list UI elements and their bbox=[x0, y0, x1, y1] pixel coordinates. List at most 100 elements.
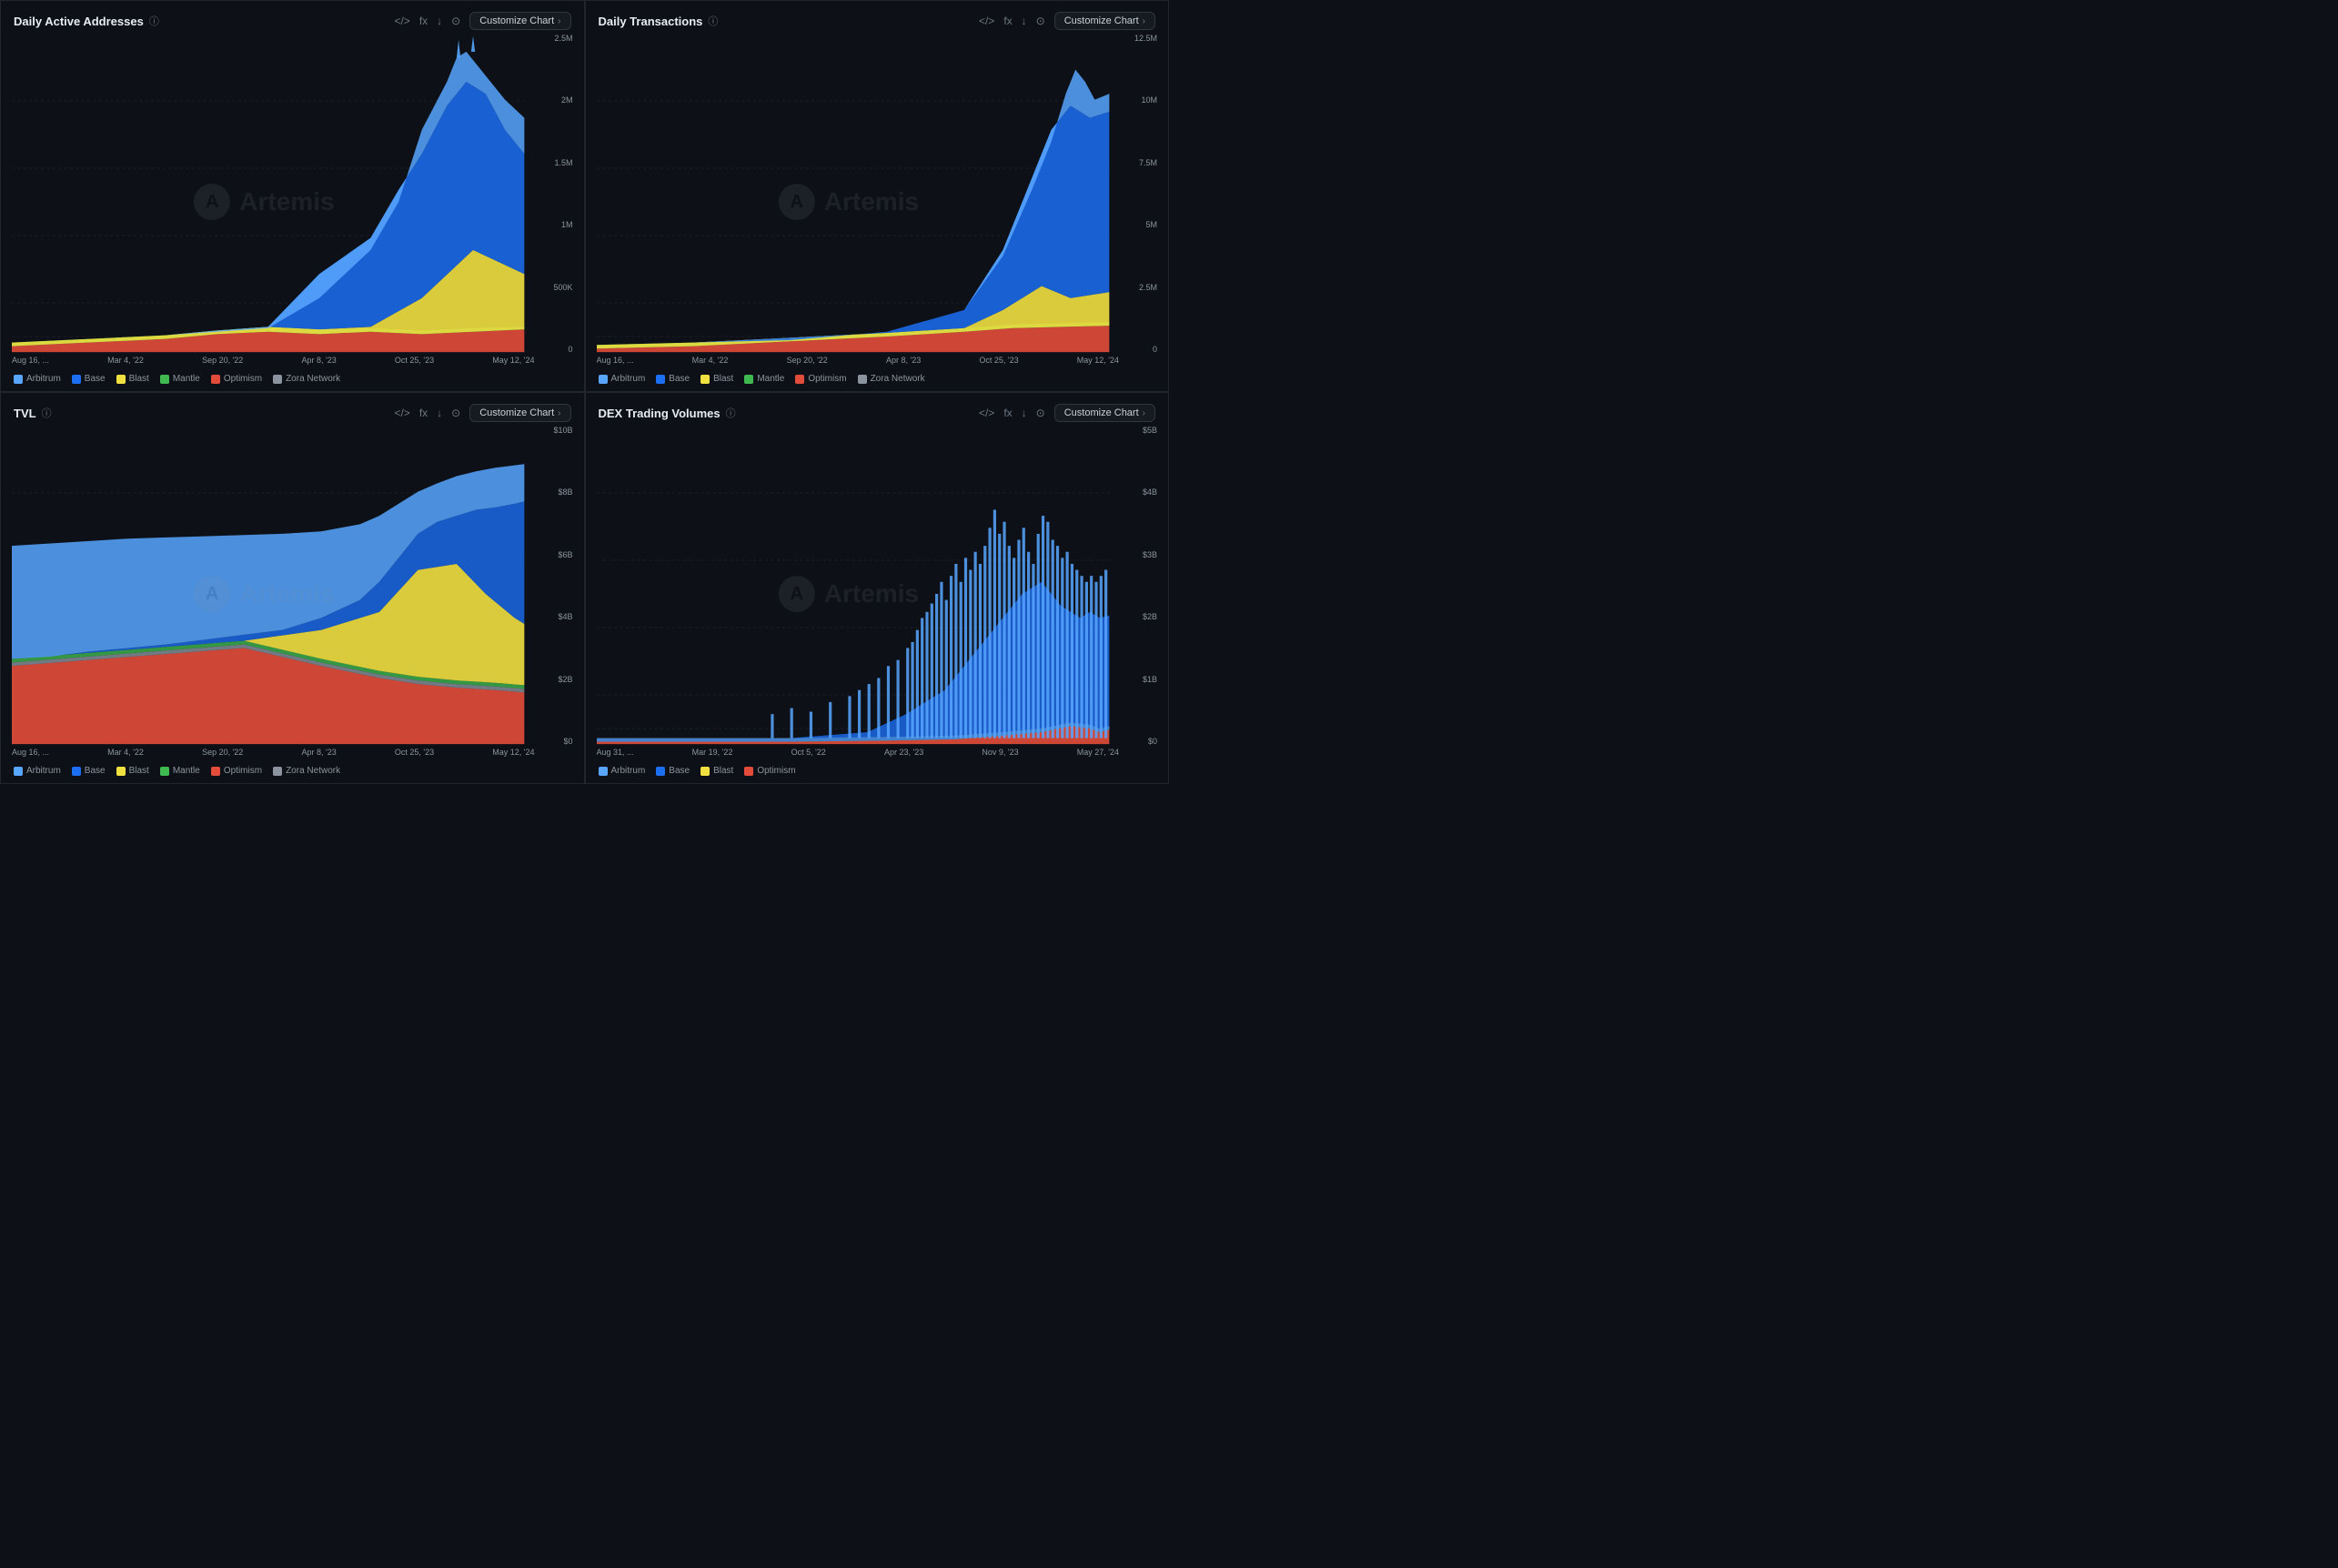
download-icon-4[interactable]: ↓ bbox=[1022, 407, 1027, 419]
chart-area-3: A Artemis bbox=[12, 426, 573, 762]
legend-dot-optimism-1 bbox=[211, 375, 220, 384]
legend-dot-blast-1 bbox=[116, 375, 126, 384]
x-axis-3: Aug 16, ... Mar 4, '22 Sep 20, '22 Apr 8… bbox=[12, 748, 535, 762]
legend-item-optimism-1: Optimism bbox=[211, 374, 262, 384]
legend-dot-zora-3 bbox=[273, 767, 282, 776]
fx-icon-3[interactable]: fx bbox=[419, 407, 428, 419]
chart-title-4: DEX Trading Volumes bbox=[599, 407, 721, 420]
chevron-icon-2: › bbox=[1143, 16, 1145, 26]
chart-panel-daily-active-addresses: Daily Active Addresses ⓘ </> fx ↓ ⊙ Cust… bbox=[0, 0, 585, 392]
y-axis-4: $5B $4B $3B $2B $1B $0 bbox=[1119, 426, 1157, 746]
x-axis-4: Aug 31, ... Mar 19, '22 Oct 5, '22 Apr 2… bbox=[597, 748, 1120, 762]
legend-item-base-2: Base bbox=[656, 374, 690, 384]
customize-button-1[interactable]: Customize Chart › bbox=[469, 12, 570, 30]
y-axis-1: 2.5M 2M 1.5M 1M 500K 0 bbox=[535, 34, 573, 354]
fx-icon-1[interactable]: fx bbox=[419, 15, 428, 27]
legend-item-blast-4: Blast bbox=[700, 766, 733, 776]
legend-dot-base-1 bbox=[72, 375, 81, 384]
chart-actions-1: </> fx ↓ ⊙ Customize Chart › bbox=[394, 12, 570, 30]
download-icon-2[interactable]: ↓ bbox=[1022, 15, 1027, 27]
legend-dot-zora-1 bbox=[273, 375, 282, 384]
legend-dot-blast-4 bbox=[700, 767, 710, 776]
camera-icon-1[interactable]: ⊙ bbox=[451, 15, 460, 27]
chart-actions-4: </> fx ↓ ⊙ Customize Chart › bbox=[979, 404, 1155, 422]
code-icon-2[interactable]: </> bbox=[979, 15, 994, 27]
legend-item-zora-2: Zora Network bbox=[858, 374, 925, 384]
chart-panel-tvl: TVL ⓘ </> fx ↓ ⊙ Customize Chart › A Art… bbox=[0, 392, 585, 784]
camera-icon-2[interactable]: ⊙ bbox=[1036, 15, 1045, 27]
legend-dot-arbitrum-3 bbox=[14, 767, 23, 776]
chart-title-2: Daily Transactions bbox=[599, 15, 703, 28]
legend-dot-optimism-3 bbox=[211, 767, 220, 776]
code-icon-3[interactable]: </> bbox=[394, 407, 409, 419]
chart-title-group-1: Daily Active Addresses ⓘ bbox=[14, 14, 159, 28]
chart-header-2: Daily Transactions ⓘ </> fx ↓ ⊙ Customiz… bbox=[599, 12, 1156, 30]
legend-item-mantle-2: Mantle bbox=[744, 374, 784, 384]
legend-dot-2 bbox=[599, 375, 608, 384]
chevron-icon-3: › bbox=[558, 408, 560, 418]
chart-svg-1 bbox=[12, 34, 573, 370]
chart-area-4: A Artemis bbox=[597, 426, 1158, 762]
chart-header-1: Daily Active Addresses ⓘ </> fx ↓ ⊙ Cust… bbox=[14, 12, 571, 30]
info-icon-1[interactable]: ⓘ bbox=[149, 14, 159, 28]
chart-area-2: A Artemis 12.5M bbox=[597, 34, 1158, 370]
legend-item-optimism-3: Optimism bbox=[211, 766, 262, 776]
chart-svg-3 bbox=[12, 426, 573, 762]
chart-panel-dex-trading-volumes: DEX Trading Volumes ⓘ </> fx ↓ ⊙ Customi… bbox=[585, 392, 1170, 784]
info-icon-2[interactable]: ⓘ bbox=[708, 14, 718, 28]
info-icon-4[interactable]: ⓘ bbox=[726, 406, 736, 420]
customize-button-3[interactable]: Customize Chart › bbox=[469, 404, 570, 422]
legend-item-mantle-1: Mantle bbox=[160, 374, 200, 384]
camera-icon-4[interactable]: ⊙ bbox=[1036, 407, 1045, 419]
info-icon-3[interactable]: ⓘ bbox=[42, 406, 52, 420]
legend-3: Arbitrum Base Blast Mantle Optimism Zora… bbox=[14, 766, 571, 776]
chart-title-1: Daily Active Addresses bbox=[14, 15, 144, 28]
code-icon-4[interactable]: </> bbox=[979, 407, 994, 419]
legend-item-base-4: Base bbox=[656, 766, 690, 776]
x-axis-1: Aug 16, ... Mar 4, '22 Sep 20, '22 Apr 8… bbox=[12, 356, 535, 370]
legend-dot-blast-3 bbox=[116, 767, 126, 776]
chart-panel-daily-transactions: Daily Transactions ⓘ </> fx ↓ ⊙ Customiz… bbox=[585, 0, 1170, 392]
legend-item-arbitrum-2: Arbitrum bbox=[599, 374, 646, 384]
chart-title-3: TVL bbox=[14, 407, 36, 420]
legend-dot-arbitrum-4 bbox=[599, 767, 608, 776]
legend-item-arbitrum-1: Arbitrum bbox=[14, 374, 61, 384]
dashboard: Daily Active Addresses ⓘ </> fx ↓ ⊙ Cust… bbox=[0, 0, 1169, 784]
legend-item-arbitrum-4: Arbitrum bbox=[599, 766, 646, 776]
chart-svg-4 bbox=[597, 426, 1158, 762]
legend-1: Arbitrum Base Blast Mantle Optimism Zora… bbox=[14, 374, 571, 384]
legend-item-zora-1: Zora Network bbox=[273, 374, 340, 384]
chart-title-group-2: Daily Transactions ⓘ bbox=[599, 14, 719, 28]
legend-dot-mantle-2 bbox=[744, 375, 753, 384]
customize-button-2[interactable]: Customize Chart › bbox=[1054, 12, 1155, 30]
download-icon-3[interactable]: ↓ bbox=[437, 407, 442, 419]
chart-actions-2: </> fx ↓ ⊙ Customize Chart › bbox=[979, 12, 1155, 30]
chart-title-group-4: DEX Trading Volumes ⓘ bbox=[599, 406, 736, 420]
legend-dot-optimism-2 bbox=[795, 375, 804, 384]
legend-item-base-1: Base bbox=[72, 374, 106, 384]
legend-item-blast-3: Blast bbox=[116, 766, 149, 776]
legend-dot-mantle-3 bbox=[160, 767, 169, 776]
camera-icon-3[interactable]: ⊙ bbox=[451, 407, 460, 419]
code-icon-1[interactable]: </> bbox=[394, 15, 409, 27]
fx-icon-2[interactable]: fx bbox=[1003, 15, 1012, 27]
legend-item-mantle-3: Mantle bbox=[160, 766, 200, 776]
legend-dot-zora-2 bbox=[858, 375, 867, 384]
legend-dot-mantle-1 bbox=[160, 375, 169, 384]
chevron-icon-4: › bbox=[1143, 408, 1145, 418]
legend-item-zora-3: Zora Network bbox=[273, 766, 340, 776]
chart-header-4: DEX Trading Volumes ⓘ </> fx ↓ ⊙ Customi… bbox=[599, 404, 1156, 422]
legend-dot-base-3 bbox=[72, 767, 81, 776]
legend-4: Arbitrum Base Blast Optimism bbox=[599, 766, 1156, 776]
y-axis-3: $10B $8B $6B $4B $2B $0 bbox=[535, 426, 573, 746]
legend-item-blast-1: Blast bbox=[116, 374, 149, 384]
legend-item-arbitrum-3: Arbitrum bbox=[14, 766, 61, 776]
y-axis-2: 12.5M 10M 7.5M 5M 2.5M 0 bbox=[1119, 34, 1157, 354]
legend-item-optimism-4: Optimism bbox=[744, 766, 795, 776]
legend-item-blast-2: Blast bbox=[700, 374, 733, 384]
legend-dot-blast-2 bbox=[700, 375, 710, 384]
customize-button-4[interactable]: Customize Chart › bbox=[1054, 404, 1155, 422]
x-axis-2: Aug 16, ... Mar 4, '22 Sep 20, '22 Apr 8… bbox=[597, 356, 1120, 370]
fx-icon-4[interactable]: fx bbox=[1003, 407, 1012, 419]
download-icon-1[interactable]: ↓ bbox=[437, 15, 442, 27]
